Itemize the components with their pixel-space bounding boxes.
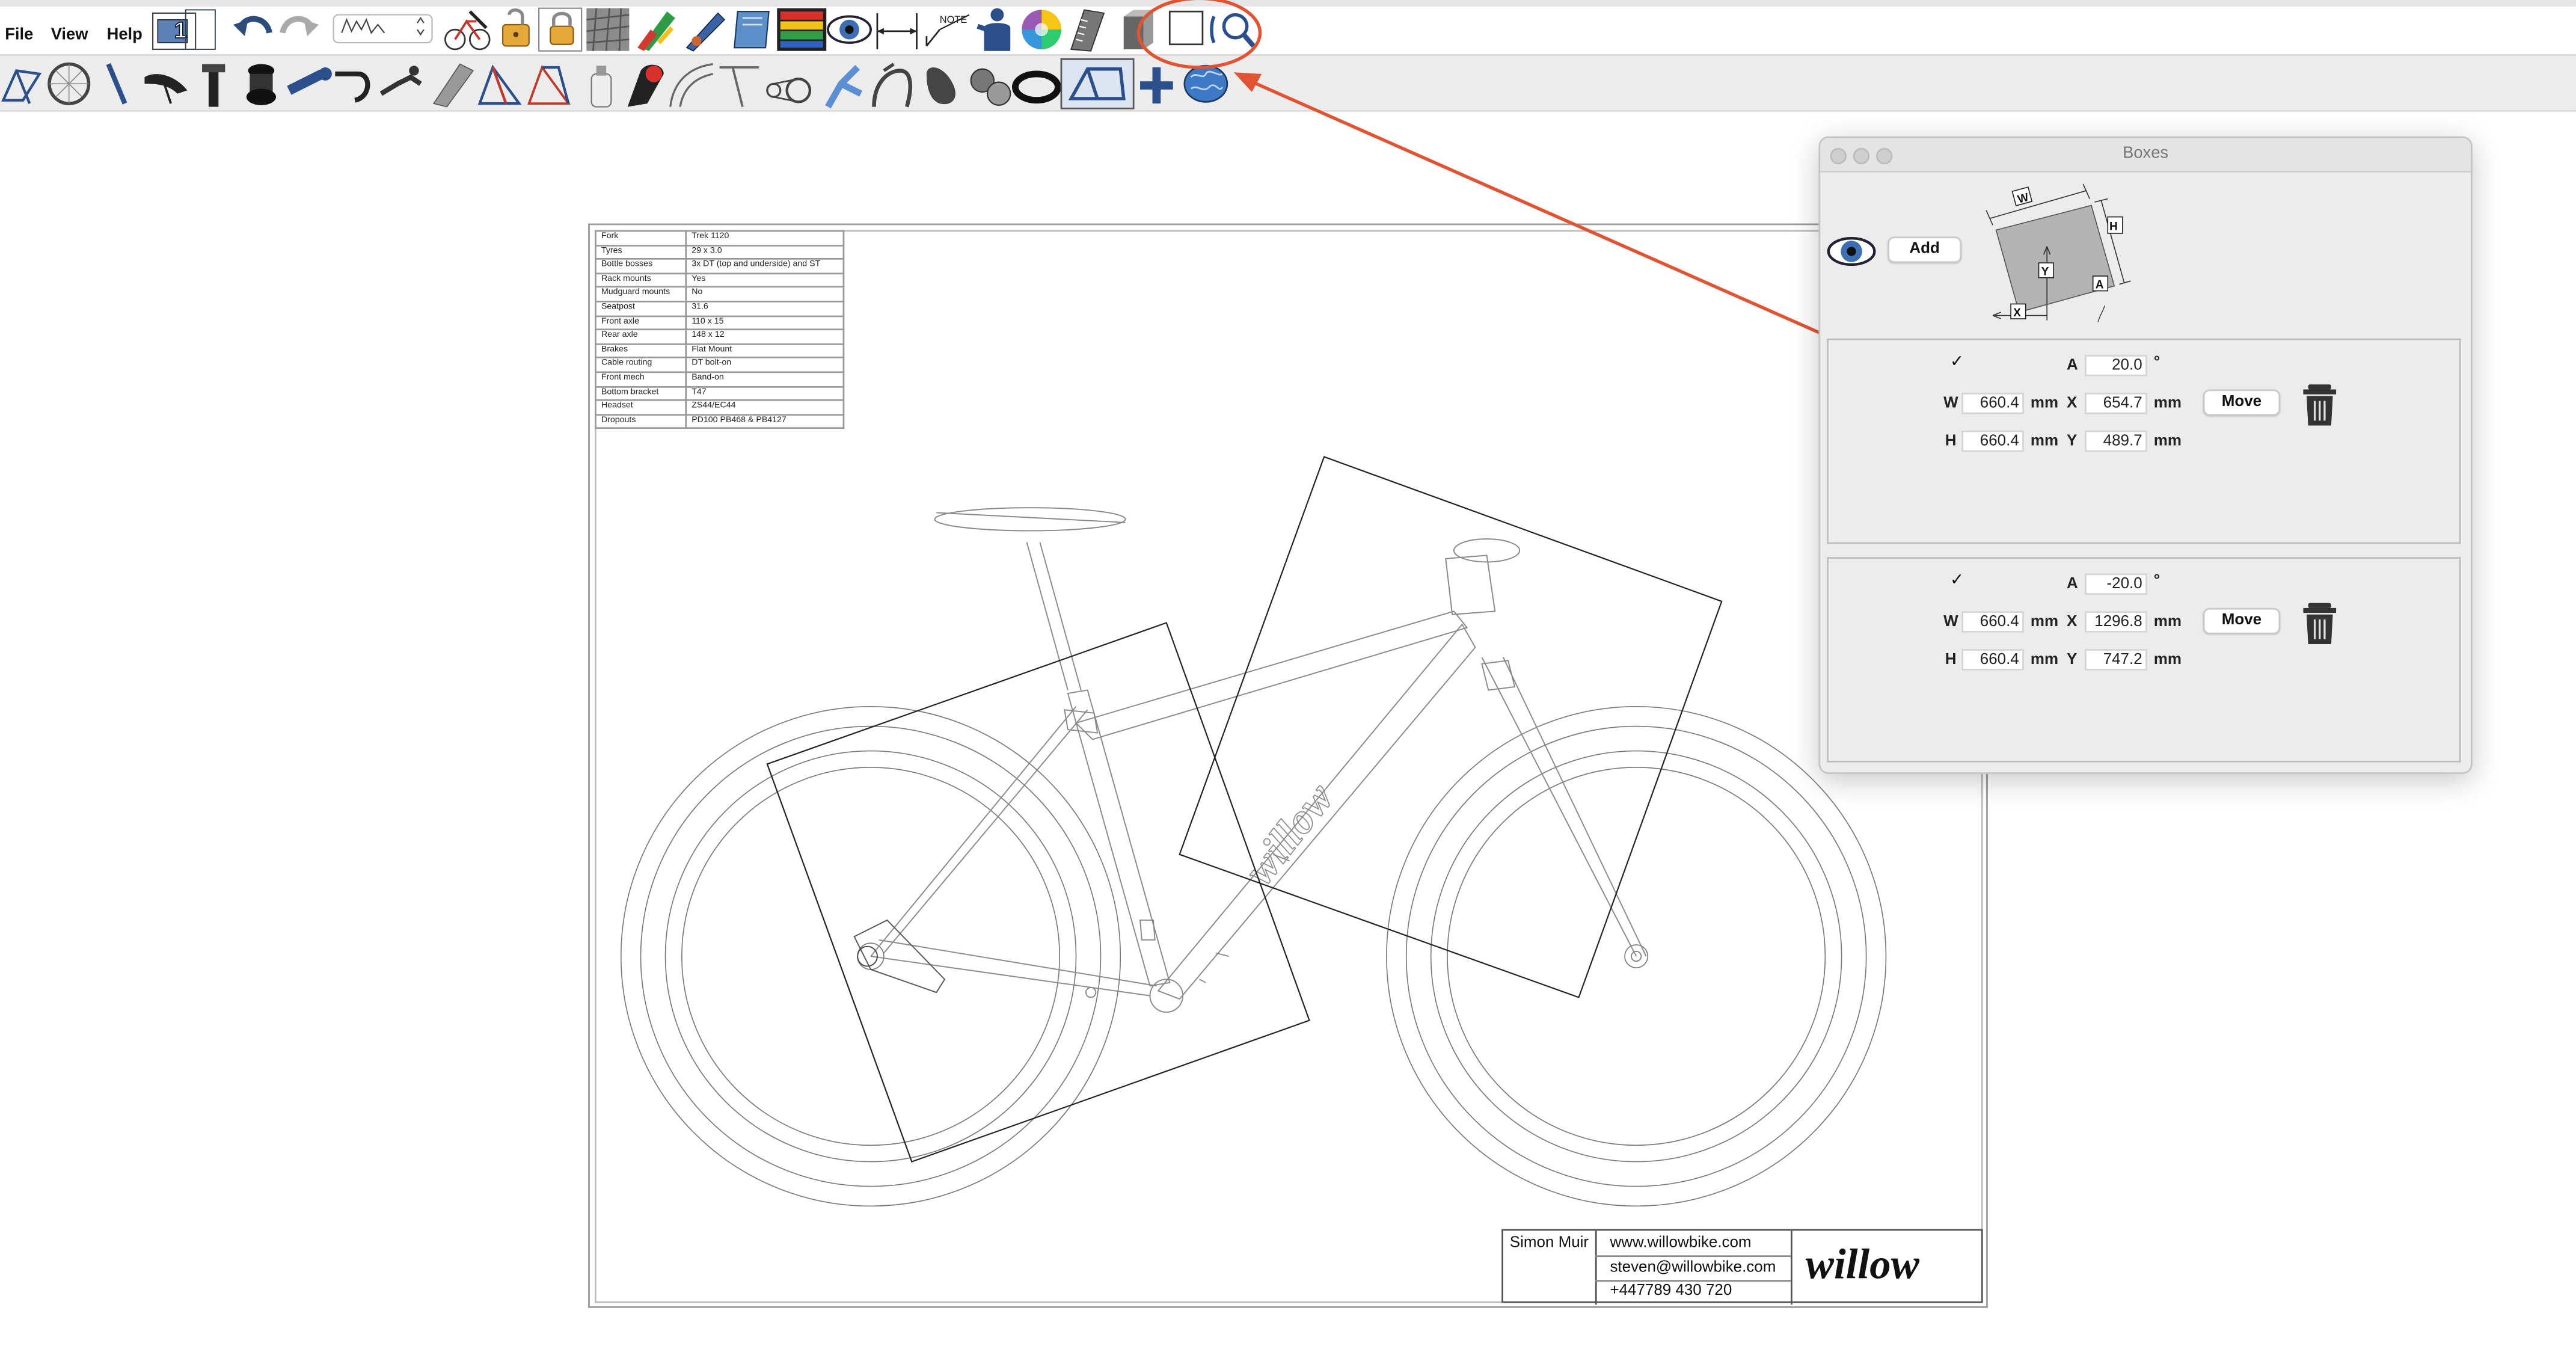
degree-unit: ° [2153,353,2160,372]
trash-icon[interactable] [2302,383,2338,426]
width-unit: mm [2030,613,2059,631]
add-box-button[interactable]: Add [1888,236,1962,263]
height-field[interactable]: 660.4 [1961,649,2024,671]
boxes-window: Boxes Add W H Y X A ✓ A 20.0 ° W 660.4 m… [1818,136,2473,774]
x-field[interactable]: 654.7 [2085,392,2147,414]
width-label: W [1943,613,1958,631]
box-panel-1: ✓ A 20.0 ° W 660.4 mm X 654.7 mm H 660.4… [1827,338,2461,544]
x-unit: mm [2153,394,2182,413]
angle-field[interactable]: 20.0 [2085,355,2147,376]
x-label: X [2066,613,2078,631]
y-label: Y [2066,432,2078,450]
height-unit: mm [2030,432,2059,450]
box-diagram: W H Y X A [1986,183,2131,322]
svg-text:H: H [2109,220,2118,233]
height-label: H [1945,650,1957,669]
svg-text:Y: Y [2041,266,2049,278]
boxes-window-titlebar[interactable]: Boxes [1820,138,2471,173]
box-enabled-checkbox[interactable]: ✓ [1950,353,1964,371]
width-field[interactable]: 660.4 [1961,392,2024,414]
move-box-button[interactable]: Move [2203,389,2281,416]
boxes-window-title: Boxes [2123,144,2169,163]
box-enabled-checkbox[interactable]: ✓ [1950,572,1964,590]
eye-icon[interactable] [1825,233,1877,269]
box-panel-2: ✓ A -20.0 ° W 660.4 mm X 1296.8 mm H 660… [1827,557,2461,763]
arrow-head-icon [1233,72,1262,92]
y-field[interactable]: 489.7 [2085,430,2147,452]
angle-label: A [2066,356,2078,375]
y-unit: mm [2153,650,2182,669]
width-field[interactable]: 660.4 [1961,611,2024,633]
svg-text:X: X [2013,307,2021,319]
svg-text:A: A [2096,278,2104,291]
y-field[interactable]: 747.2 [2085,649,2147,671]
close-window-button[interactable] [1830,147,1847,165]
width-label: W [1943,394,1958,413]
trash-icon[interactable] [2302,601,2338,644]
width-unit: mm [2030,394,2059,413]
angle-label: A [2066,575,2078,594]
degree-unit: ° [2153,571,2160,590]
height-field[interactable]: 660.4 [1961,430,2024,452]
height-label: H [1945,432,1957,450]
annotation-arrow [1244,77,1841,343]
y-unit: mm [2153,432,2182,450]
x-field[interactable]: 1296.8 [2085,611,2147,633]
minimize-window-button[interactable] [1853,147,1870,165]
highlight-circle [1136,0,1262,69]
zoom-window-button[interactable] [1876,147,1893,165]
move-box-button[interactable]: Move [2203,607,2281,634]
x-unit: mm [2153,613,2182,631]
height-unit: mm [2030,650,2059,669]
angle-field[interactable]: -20.0 [2085,573,2147,595]
y-label: Y [2066,650,2078,669]
x-label: X [2066,394,2078,413]
app-window: File View Help 1 NOTE Fork Trek 1120 Tyr… [0,0,2576,1357]
